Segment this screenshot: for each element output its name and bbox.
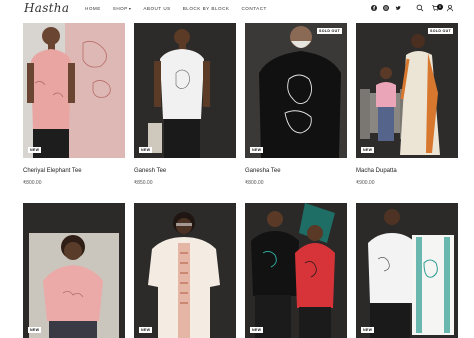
nav-block-by-block[interactable]: Block by Block (183, 6, 230, 11)
sold-out-badge: SOLD OUT (428, 28, 453, 34)
product-image[interactable]: NEW (134, 203, 236, 338)
search-icon[interactable] (416, 4, 424, 12)
product-price: ₹900.00 (356, 180, 375, 186)
new-badge: NEW (250, 327, 264, 333)
header-tools: 0 (416, 4, 454, 12)
facebook-icon[interactable] (371, 5, 377, 11)
new-badge: NEW (361, 327, 375, 333)
product-image[interactable]: NEW (245, 203, 347, 338)
product-image[interactable]: NEW (134, 23, 236, 158)
new-badge: NEW (28, 327, 42, 333)
product-title[interactable]: Macha Dupatta (356, 168, 397, 174)
social-links (371, 5, 401, 11)
product-image[interactable]: NEW (356, 203, 458, 338)
new-badge: NEW (250, 147, 264, 153)
product-title[interactable]: Ganesh Tee (134, 168, 166, 174)
cart-count-badge: 0 (437, 4, 443, 10)
nav-contact[interactable]: Contact (241, 6, 266, 11)
product-price: ₹850.00 (134, 180, 153, 186)
product-image[interactable]: SOLD OUT NEW (245, 23, 347, 158)
new-badge: NEW (361, 147, 375, 153)
product-title[interactable]: Ganesha Tee (245, 168, 281, 174)
instagram-icon[interactable] (383, 5, 389, 11)
product-image[interactable]: SOLD OUT NEW (356, 23, 458, 158)
chevron-down-icon: ▾ (128, 6, 132, 11)
user-icon[interactable] (446, 4, 454, 12)
nav-about-us[interactable]: About Us (143, 6, 170, 11)
cart-button[interactable]: 0 (431, 4, 443, 12)
twitter-icon[interactable] (395, 5, 401, 11)
product-price: ₹800.00 (23, 180, 42, 186)
nav-home[interactable]: Home (85, 6, 101, 11)
brand-logo[interactable]: Hastha (24, 1, 69, 15)
product-image[interactable]: NEW (23, 23, 125, 158)
product-price: ₹800.00 (245, 180, 264, 186)
new-badge: NEW (28, 147, 42, 153)
nav-shop[interactable]: Shop▾ (113, 6, 132, 11)
nav-shop-label: Shop (112, 6, 128, 11)
sold-out-badge: SOLD OUT (317, 28, 342, 34)
product-image[interactable]: NEW (23, 203, 125, 338)
new-badge: NEW (139, 147, 153, 153)
main-nav: Home Shop▾ About Us Block by Block Conta… (85, 6, 267, 11)
site-header: Hastha Home Shop▾ About Us Block by Bloc… (0, 0, 474, 20)
product-title[interactable]: Cheriyal Elephant Tee (23, 168, 82, 174)
new-badge: NEW (139, 327, 153, 333)
